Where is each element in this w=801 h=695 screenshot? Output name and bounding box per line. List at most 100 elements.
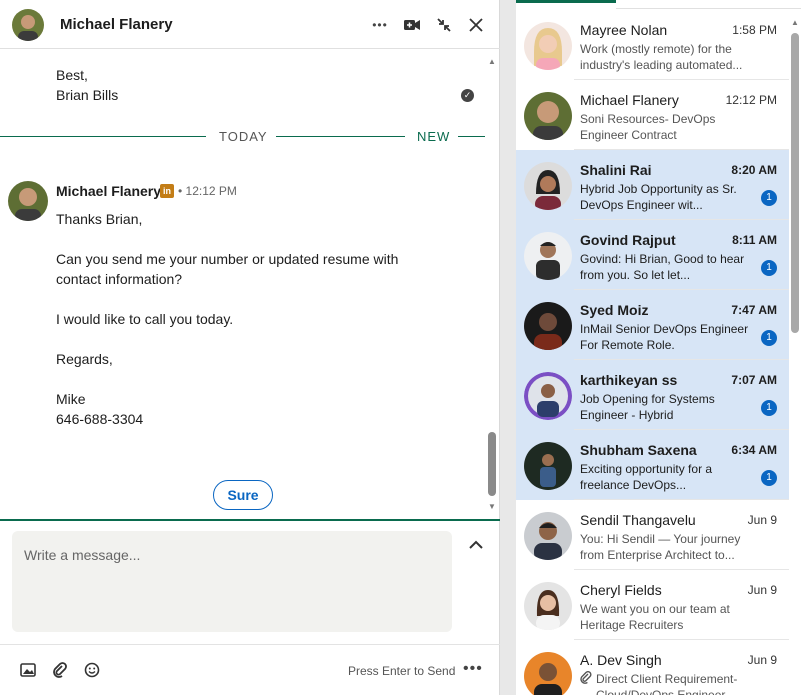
more-options-icon[interactable]: ••• — [369, 14, 391, 36]
conversation-time: 7:47 AM — [731, 303, 777, 317]
conversation-item[interactable]: Mayree Nolan 1:58 PM Work (mostly remote… — [516, 10, 789, 80]
divider-line — [276, 136, 405, 137]
conversation-name: Syed Moiz — [580, 302, 649, 318]
conversation-time: Jun 9 — [747, 653, 777, 667]
list-scrollbar-thumb[interactable] — [791, 33, 799, 333]
conversation-snippet: Hybrid Job Opportunity as Sr. DevOps Eng… — [580, 182, 737, 212]
divider-line — [0, 136, 206, 137]
new-label: NEW — [417, 129, 451, 144]
list-scroll-up-arrow[interactable]: ▲ — [791, 18, 799, 27]
message-line: contact information? — [56, 271, 183, 287]
unread-count-badge: 1 — [761, 470, 777, 486]
conversation-time: 1:58 PM — [732, 23, 777, 37]
send-options-icon[interactable]: ••• — [463, 660, 483, 678]
unread-count-badge: 1 — [761, 400, 777, 416]
conversation-time: 8:11 AM — [732, 233, 777, 247]
conversation-name: Michael Flanery — [580, 92, 679, 108]
conversation-time: Jun 9 — [747, 583, 777, 597]
conversation-name: Shubham Saxena — [580, 442, 697, 458]
avatar — [524, 582, 572, 630]
conversation-item[interactable]: Shubham Saxena 6:34 AM Exciting opportun… — [516, 430, 789, 500]
press-enter-setting[interactable]: Press Enter to Send — [348, 664, 455, 678]
emoji-icon[interactable] — [83, 661, 101, 679]
conversation-item[interactable]: A. Dev Singh Jun 9 Direct Client Require… — [516, 640, 789, 695]
active-tab-indicator — [516, 0, 616, 3]
message-line: Thanks Brian, — [56, 211, 143, 227]
conversation-item[interactable]: Govind Rajput 8:11 AM Govind: Hi Brian, … — [516, 220, 789, 290]
conversation-name: Govind Rajput — [580, 232, 676, 248]
conversation-snippet: Direct Client Requirement- Cloud/DevOps … — [580, 670, 754, 695]
quick-reply-sure-button[interactable]: Sure — [213, 480, 273, 510]
conversation-snippet: Exciting opportunity for a freelance Dev… — [580, 462, 713, 492]
unread-count-badge: 1 — [761, 260, 777, 276]
avatar — [524, 92, 572, 140]
conversation-item[interactable]: karthikeyan ss 7:07 AM Job Opening for S… — [516, 360, 789, 430]
scroll-down-arrow[interactable]: ▼ — [488, 503, 496, 511]
previous-message-line: Brian Bills — [56, 87, 119, 103]
conversation-snippet: Govind: Hi Brian, Good to hear from you.… — [580, 252, 745, 282]
avatar — [524, 652, 572, 695]
conversation-name: A. Dev Singh — [580, 652, 662, 668]
message-line[interactable]: 646-688-3304 — [56, 411, 143, 427]
avatar — [524, 22, 572, 70]
conversation-snippet: Soni Resources- DevOps Engineer Contract — [580, 112, 716, 142]
close-icon[interactable] — [465, 14, 487, 36]
message-line: Regards, — [56, 351, 113, 367]
today-label: TODAY — [219, 129, 268, 144]
avatar — [524, 372, 572, 420]
message-line: Mike — [56, 391, 86, 407]
conversation-time: 8:20 AM — [731, 163, 777, 177]
paperclip-icon — [580, 670, 592, 689]
conversation-snippet: You: Hi Sendil — Your journey from Enter… — [580, 532, 741, 562]
unread-count-badge: 1 — [761, 190, 777, 206]
conversation-name: karthikeyan ss — [580, 372, 678, 388]
scrollbar-thumb[interactable] — [488, 432, 496, 496]
conversation-name: Sendil Thangavelu — [580, 512, 696, 528]
conversation-time: 7:07 AM — [731, 373, 777, 387]
conversation-time: 6:34 AM — [731, 443, 777, 457]
unread-count-badge: 1 — [761, 330, 777, 346]
conversation-snippet-text: Direct Client Requirement- Cloud/DevOps … — [596, 672, 738, 695]
conversation-item[interactable]: Shalini Rai 8:20 AM Hybrid Job Opportuni… — [516, 150, 789, 220]
message-line: Can you send me your number or updated r… — [56, 251, 399, 267]
message-line: I would like to call you today. — [56, 311, 234, 327]
previous-message-line: Best, — [56, 67, 88, 83]
conversation-name: Cheryl Fields — [580, 582, 662, 598]
chat-contact-name[interactable]: Michael Flanery — [60, 16, 173, 33]
attachment-icon[interactable] — [51, 661, 69, 679]
conversation-item[interactable]: Cheryl Fields Jun 9 We want you on our t… — [516, 570, 789, 640]
message-sender-name[interactable]: Michael Flanery — [56, 183, 161, 199]
scroll-up-arrow[interactable]: ▲ — [488, 58, 496, 66]
conversation-snippet: InMail Senior DevOps Engineer For Remote… — [580, 322, 749, 352]
expand-compose-icon[interactable] — [466, 537, 486, 557]
conversation-item[interactable]: Sendil Thangavelu Jun 9 You: Hi Sendil —… — [516, 500, 789, 570]
compose-divider — [0, 519, 500, 521]
image-icon[interactable] — [19, 661, 37, 679]
chat-panel: Michael Flanery ••• ▲ ▼ Best, Brian Bill… — [0, 0, 500, 695]
seen-check-icon: ✓ — [461, 89, 474, 102]
avatar[interactable] — [12, 9, 44, 41]
conversation-list: Mayree Nolan 1:58 PM Work (mostly remote… — [516, 0, 801, 695]
message-input[interactable]: Write a message... — [12, 531, 452, 632]
conversation-snippet: Job Opening for Systems Engineer - Hybri… — [580, 392, 715, 422]
message-timestamp: • 12:12 PM — [178, 184, 237, 198]
conversation-name: Shalini Rai — [580, 162, 652, 178]
conversation-item[interactable]: Michael Flanery 12:12 PM Soni Resources-… — [516, 80, 789, 150]
avatar — [524, 302, 572, 350]
avatar — [524, 442, 572, 490]
divider-line — [458, 136, 485, 137]
chat-header: Michael Flanery ••• — [0, 0, 500, 49]
conversation-snippet: Work (mostly remote) for the industry's … — [580, 42, 743, 72]
avatar — [524, 232, 572, 280]
video-call-icon[interactable] — [401, 14, 423, 36]
conversation-time: 12:12 PM — [725, 93, 777, 107]
conversation-name: Mayree Nolan — [580, 22, 668, 38]
minimize-icon[interactable] — [433, 14, 455, 36]
linkedin-premium-icon: in — [160, 184, 174, 198]
conversation-snippet: We want you on our team at Heritage Recr… — [580, 602, 730, 632]
list-header-divider — [616, 8, 801, 9]
conversation-item[interactable]: Syed Moiz 7:47 AM InMail Senior DevOps E… — [516, 290, 789, 360]
footer-divider — [0, 644, 500, 645]
avatar[interactable] — [8, 181, 48, 221]
avatar — [524, 512, 572, 560]
